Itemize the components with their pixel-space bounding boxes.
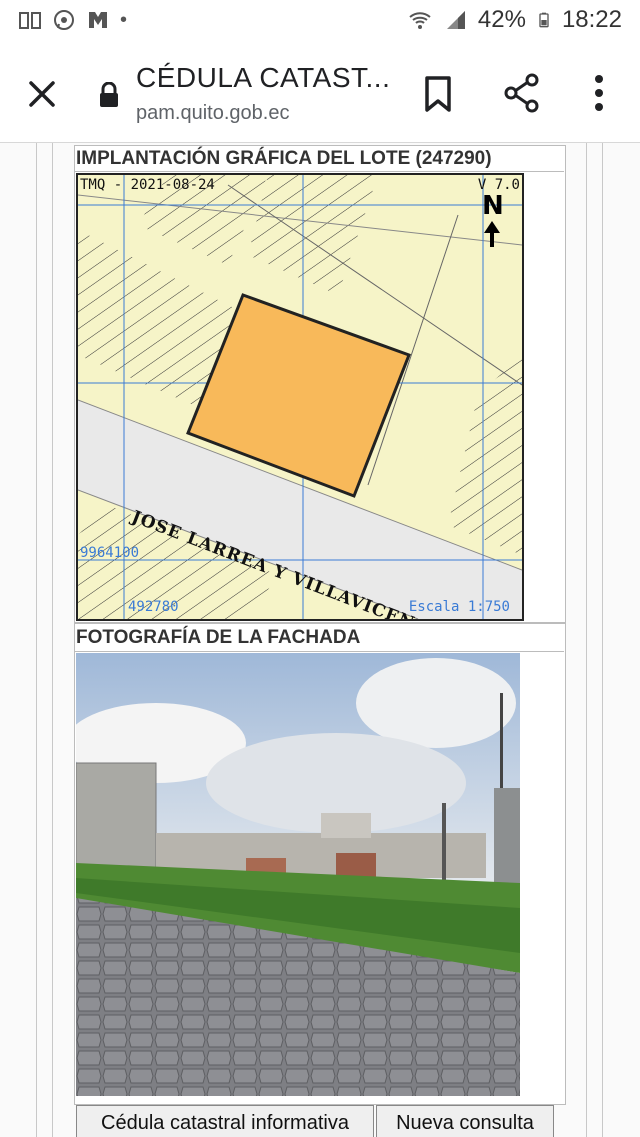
brand-icon bbox=[89, 12, 107, 28]
clock: 18:22 bbox=[561, 6, 622, 33]
bookmark-icon[interactable] bbox=[420, 74, 456, 114]
photo-section-title: FOTOGRAFÍA DE LA FACHADA bbox=[76, 627, 361, 648]
coord-x: 492780 bbox=[128, 599, 179, 615]
page-title: CÉDULA CATAST... bbox=[136, 62, 391, 93]
book-icon bbox=[19, 12, 41, 29]
map-section-title: IMPLANTACIÓN GRÁFICA DEL LOTE (247290) bbox=[76, 148, 492, 169]
page-border-line bbox=[52, 143, 53, 1137]
signal-icon bbox=[446, 11, 465, 29]
page-border-line bbox=[586, 143, 587, 1137]
page-border-line bbox=[36, 143, 37, 1137]
close-icon[interactable] bbox=[22, 74, 62, 114]
map-scale: Escala 1:750 bbox=[408, 599, 510, 615]
dot-icon: • bbox=[120, 8, 128, 31]
wifi-icon bbox=[409, 12, 431, 29]
facade-photo-image bbox=[76, 653, 520, 1096]
map-date: TMQ - 2021-08-24 bbox=[80, 177, 215, 193]
status-bar: • 42% 18:22 bbox=[0, 0, 640, 44]
cedula-informativa-button[interactable]: Cédula catastral informativa bbox=[76, 1105, 374, 1137]
lock-icon bbox=[100, 82, 118, 107]
lot-map[interactable]: TMQ - 2021-08-24 V 7.0 N JOSE LARREA Y V… bbox=[76, 173, 524, 621]
divider bbox=[74, 651, 564, 652]
web-content: IMPLANTACIÓN GRÁFICA DEL LOTE (247290) T… bbox=[0, 143, 640, 1137]
coord-y: 9964100 bbox=[80, 545, 140, 561]
facade-photo[interactable] bbox=[76, 653, 520, 1096]
page-border-line bbox=[602, 143, 603, 1137]
map-drawing bbox=[78, 175, 522, 619]
divider bbox=[74, 171, 564, 172]
north-label: N bbox=[482, 191, 504, 221]
new-query-button[interactable]: Nueva consulta bbox=[376, 1105, 554, 1137]
browser-toolbar: CÉDULA CATAST... pam.quito.gob.ec bbox=[0, 44, 640, 143]
share-icon[interactable] bbox=[502, 72, 542, 114]
page-url[interactable]: pam.quito.gob.ec bbox=[136, 102, 289, 125]
more-options-icon[interactable] bbox=[584, 72, 614, 114]
battery-percent: 42% bbox=[477, 6, 526, 33]
battery-icon bbox=[539, 12, 549, 28]
whatsapp-icon bbox=[54, 10, 74, 30]
